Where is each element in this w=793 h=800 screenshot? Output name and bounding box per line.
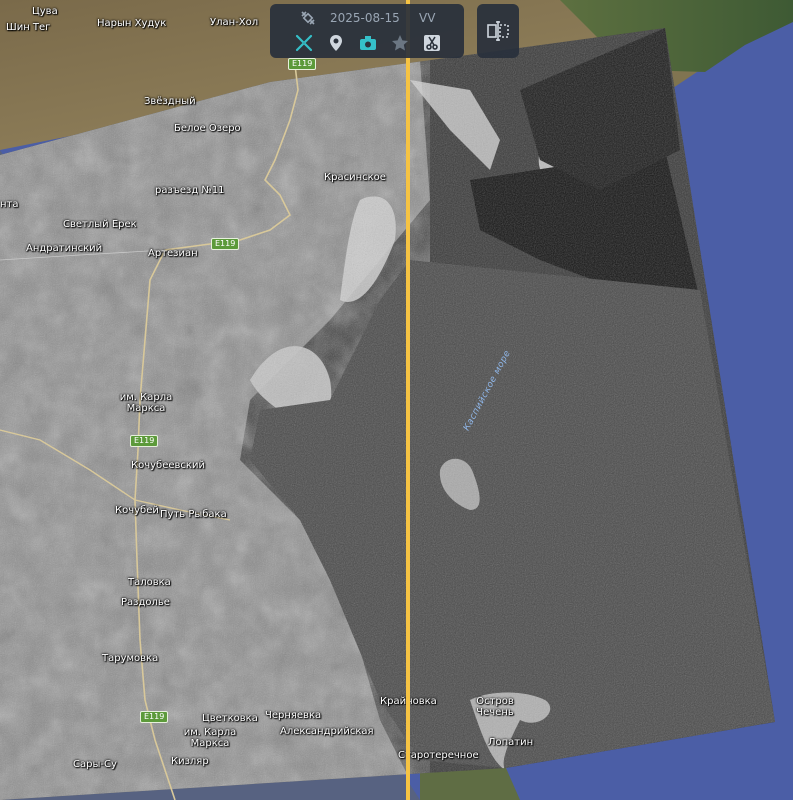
map-view[interactable]: Цува Шин Тег Нарын Худук Улан-Хол E119 З… — [0, 0, 793, 800]
road-shield-e119-south: E119 — [130, 435, 159, 447]
location-pin-icon[interactable] — [326, 33, 346, 53]
place-label-razdolye: Раздолье — [121, 597, 170, 608]
place-label-put-rybaka: Путь Рыбака — [160, 509, 227, 520]
scissors-icon[interactable] — [422, 33, 442, 53]
place-label-naryn-khuduk: Нарын Худук — [97, 18, 167, 29]
road-shield-e119-north: E119 — [288, 58, 317, 70]
place-label-chernyaevka: Черняевка — [265, 710, 322, 721]
place-label-tsvetkovka: Цветковка — [202, 713, 258, 724]
place-label-aleksandriyskaya: Александрийская — [280, 726, 374, 737]
place-label-lopatin: Лопатин — [488, 737, 534, 748]
place-label-artezian: Артезиан — [148, 248, 198, 259]
road-shield-e119-far-south: E119 — [140, 711, 169, 723]
split-compare-icon — [486, 19, 510, 43]
acquisition-date[interactable]: 2025-08-15 — [330, 11, 400, 25]
place-label-svetly-erek: Светлый Ерек — [63, 219, 137, 230]
place-label-staroterechnoe: Старотеречное — [398, 750, 479, 761]
camera-icon[interactable] — [358, 33, 378, 53]
place-label-tarumovka: Тарумовка — [102, 653, 159, 664]
polarization-label[interactable]: VV — [419, 11, 435, 25]
place-label-beloe-ozero: Белое Озеро — [174, 123, 241, 134]
place-label-shin-teg: Шин Тег — [6, 22, 51, 33]
place-label-razezd-11: разъезд №11 — [155, 185, 225, 196]
place-label-im-karla-marksa-2: им. Карла Маркса — [183, 727, 237, 749]
place-label-ulan-khol: Улан-Хол — [210, 17, 259, 28]
place-label-sary-su: Сары-Су — [73, 759, 117, 770]
place-label-kochubeevsky: Кочубеевский — [131, 460, 205, 471]
place-label-andratinsky: Андратинский — [26, 243, 103, 254]
compare-button[interactable] — [477, 4, 519, 58]
place-label-zvezdny: Звёздный — [144, 96, 196, 107]
place-label-kochubey: Кочубей — [115, 505, 159, 516]
place-label-krasinskoe: Красинское — [324, 172, 386, 183]
place-label-im-karla-marksa: им. Карла Маркса — [119, 392, 173, 414]
satellite-icon — [298, 8, 318, 28]
place-label-nta: нта — [0, 199, 19, 210]
road-shield-e119-mid: E119 — [211, 238, 240, 250]
place-label-talovka: Таловка — [128, 577, 171, 588]
swipe-divider[interactable] — [406, 0, 410, 800]
swipe-icon[interactable] — [294, 33, 314, 53]
place-label-ostrov-chechen: Остров Чечень — [476, 696, 514, 718]
star-icon[interactable] — [390, 33, 410, 53]
image-toolbar: 2025-08-15 VV — [270, 4, 464, 58]
place-label-kizlyar: Кизляр — [171, 756, 209, 767]
place-label-tsuva: Цува — [32, 6, 58, 17]
